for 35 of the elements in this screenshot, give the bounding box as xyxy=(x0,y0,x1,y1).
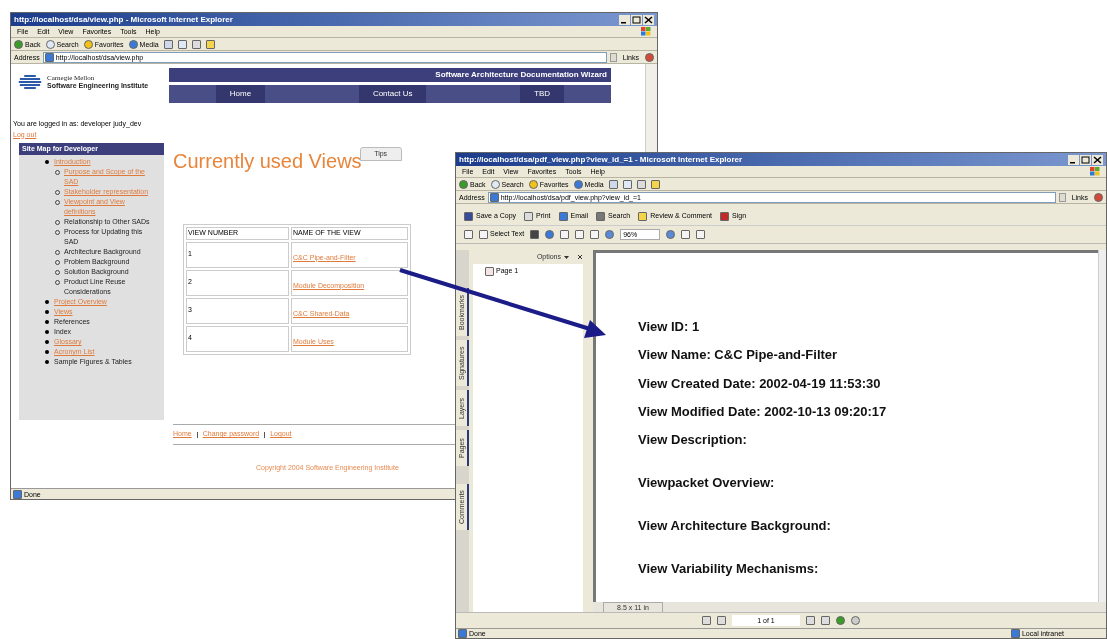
minimize-icon[interactable] xyxy=(1068,154,1079,165)
page-heading: Currently used Views xyxy=(173,149,362,173)
window-title: http://localhost/dsa/view.php - Microsoft Internet Explorer xyxy=(14,13,233,26)
bullet-icon xyxy=(45,320,49,324)
window-title: http://localhost/dsa/pdf_view.php?view_id_=1 - Microsoft Internet Explorer xyxy=(459,153,743,166)
pdf-text-line: View Modified Date: 2002-10-13 09:20:17 xyxy=(638,402,888,421)
bullet-icon xyxy=(45,310,49,314)
caret-icon xyxy=(564,255,569,259)
pdf-text-line: View Variability Mechanisms: xyxy=(638,560,820,579)
close-icon[interactable] xyxy=(643,14,654,25)
bullet-icon xyxy=(45,350,49,354)
maximize-icon[interactable] xyxy=(1080,154,1091,165)
pdf-text-line: Viewpacket Overview: xyxy=(638,474,776,493)
maximize-icon[interactable] xyxy=(631,14,642,25)
pdf-text-line: View Architecture Background: xyxy=(638,517,832,536)
scrollbar[interactable] xyxy=(1098,250,1106,602)
banner-title: Software Architecture Documentation Wizard xyxy=(435,69,607,81)
globe-logo-icon xyxy=(17,74,43,90)
bullet-icon xyxy=(45,340,49,344)
minimize-icon[interactable] xyxy=(619,14,630,25)
bullet-icon xyxy=(45,160,49,164)
windows-logo-icon xyxy=(1090,167,1100,176)
pdf-text-line: View Name: C&C Pipe-and-Filter xyxy=(638,346,839,365)
nav-link[interactable]: Home xyxy=(215,85,266,103)
nav-link[interactable]: Contact Us xyxy=(358,85,427,103)
bullet-icon xyxy=(45,330,49,334)
windows-logo-icon xyxy=(641,27,651,36)
pdf-text-line: View ID: 1 xyxy=(638,318,701,336)
close-icon[interactable] xyxy=(577,254,583,260)
bullet-icon xyxy=(45,300,49,304)
close-icon[interactable] xyxy=(1092,154,1103,165)
pdf-text-line: View Description: xyxy=(638,431,748,450)
bullet-icon xyxy=(45,360,49,364)
nav-link[interactable]: TBD xyxy=(520,85,565,103)
pdf-text-line: View Created Date: 2002-04-19 11:53:30 xyxy=(638,374,882,393)
